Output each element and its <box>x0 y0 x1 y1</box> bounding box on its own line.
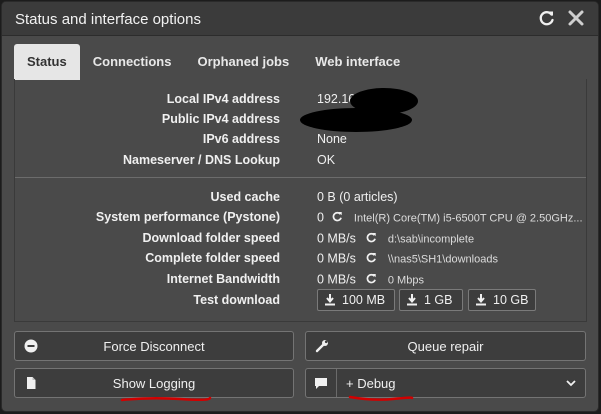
bandwidth-label: Internet Bandwidth <box>166 272 280 286</box>
debug-icon-cell <box>306 369 337 397</box>
refresh-icon[interactable] <box>365 231 378 247</box>
public-ipv4-label: Public IPv4 address <box>161 112 280 126</box>
complete-speed-value: 0 MB/s <box>317 251 356 266</box>
test-download-100mb-button[interactable]: 100 MB <box>317 289 395 311</box>
test-download-1gb-button[interactable]: 1 GB <box>399 289 463 311</box>
complete-folder: \\nas5\SH1\downloads <box>387 253 498 266</box>
test-download-row: Test download 100 MB 1 GB 10 GB <box>15 289 586 311</box>
queue-repair-button[interactable]: Queue repair <box>305 331 586 361</box>
tab-status[interactable]: Status <box>14 44 80 80</box>
queue-repair-label: Queue repair <box>407 339 484 354</box>
ipv6-value: None <box>317 132 347 146</box>
test-download-10gb-label: 10 GB <box>493 293 529 307</box>
download-speed-label: Download folder speed <box>142 231 280 245</box>
bandwidth-value: 0 MB/s <box>317 272 356 287</box>
complete-speed-row: Complete folder speed 0 MB/s \\nas5\SH1\… <box>15 249 586 269</box>
refresh-icon[interactable] <box>331 210 344 226</box>
refresh-icon[interactable] <box>365 251 378 267</box>
refresh-icon[interactable] <box>537 8 557 28</box>
download-icon <box>476 294 486 306</box>
pystone-value-group: 0 Intel(R) Core(TM) i5-6500T CPU @ 2.50G… <box>317 210 583 226</box>
pystone-row: System performance (Pystone) 0 Intel(R) … <box>15 208 586 228</box>
force-disconnect-label: Force Disconnect <box>103 339 205 354</box>
tab-orphaned-jobs[interactable]: Orphaned jobs <box>184 44 302 80</box>
pystone-label: System performance (Pystone) <box>95 210 280 224</box>
local-ipv4-row: Local IPv4 address 192.16 <box>15 90 586 110</box>
dns-row: Nameserver / DNS Lookup OK <box>15 151 586 171</box>
used-cache-label: Used cache <box>210 190 280 204</box>
status-panel: Local IPv4 address 192.16 Public IPv4 ad… <box>14 79 587 322</box>
complete-speed-label: Complete folder speed <box>145 251 280 265</box>
download-speed-row: Download folder speed 0 MB/s d:\sab\inco… <box>15 229 586 249</box>
chevron-down-icon <box>566 380 576 387</box>
pystone-value: 0 <box>317 210 324 225</box>
test-download-label: Test download <box>193 293 280 307</box>
used-cache-row: Used cache 0 B (0 articles) <box>15 188 586 208</box>
download-folder: d:\sab\incomplete <box>387 233 475 246</box>
download-speed-value: 0 MB/s <box>317 231 356 246</box>
annotation-underline <box>120 396 212 402</box>
close-icon[interactable] <box>566 8 586 28</box>
bandwidth-value-group: 0 MB/s 0 Mbps <box>317 272 424 288</box>
cpu-value: Intel(R) Core(TM) i5-6500T CPU @ 2.50GHz… <box>353 212 583 225</box>
test-download-100mb-label: 100 MB <box>342 293 386 307</box>
ipv6-row: IPv6 address None <box>15 130 586 150</box>
dns-value: OK <box>317 153 336 167</box>
status-dialog: Status and interface options Status Conn… <box>1 1 599 412</box>
redaction-mark <box>300 108 412 132</box>
dns-label: Nameserver / DNS Lookup <box>123 153 280 167</box>
annotation-underline <box>348 395 414 401</box>
section-divider <box>15 177 586 178</box>
test-download-10gb-button[interactable]: 10 GB <box>468 289 536 311</box>
tab-bar: Status Connections Orphaned jobs Web int… <box>14 44 413 80</box>
download-speed-value-group: 0 MB/s d:\sab\incomplete <box>317 231 474 247</box>
tab-web-interface[interactable]: Web interface <box>302 44 413 80</box>
bandwidth-mbps: 0 Mbps <box>387 274 424 287</box>
force-disconnect-button[interactable]: Force Disconnect <box>14 331 294 361</box>
used-cache-value: 0 B (0 articles) <box>317 190 398 204</box>
dialog-title: Status and interface options <box>15 11 201 28</box>
refresh-icon[interactable] <box>365 272 378 288</box>
complete-speed-value-group: 0 MB/s \\nas5\SH1\downloads <box>317 251 498 267</box>
ipv6-label: IPv6 address <box>202 132 280 146</box>
bandwidth-row: Internet Bandwidth 0 MB/s 0 Mbps <box>15 270 586 290</box>
show-logging-label: Show Logging <box>112 376 196 391</box>
debug-label: + Debug <box>346 376 396 391</box>
download-icon <box>325 294 335 306</box>
test-download-1gb-label: 1 GB <box>424 293 453 307</box>
comment-icon <box>315 378 327 389</box>
download-icon <box>407 294 417 306</box>
tab-connections[interactable]: Connections <box>80 44 185 80</box>
local-ipv4-label: Local IPv4 address <box>166 92 280 106</box>
dialog-header: Status and interface options <box>2 2 598 36</box>
